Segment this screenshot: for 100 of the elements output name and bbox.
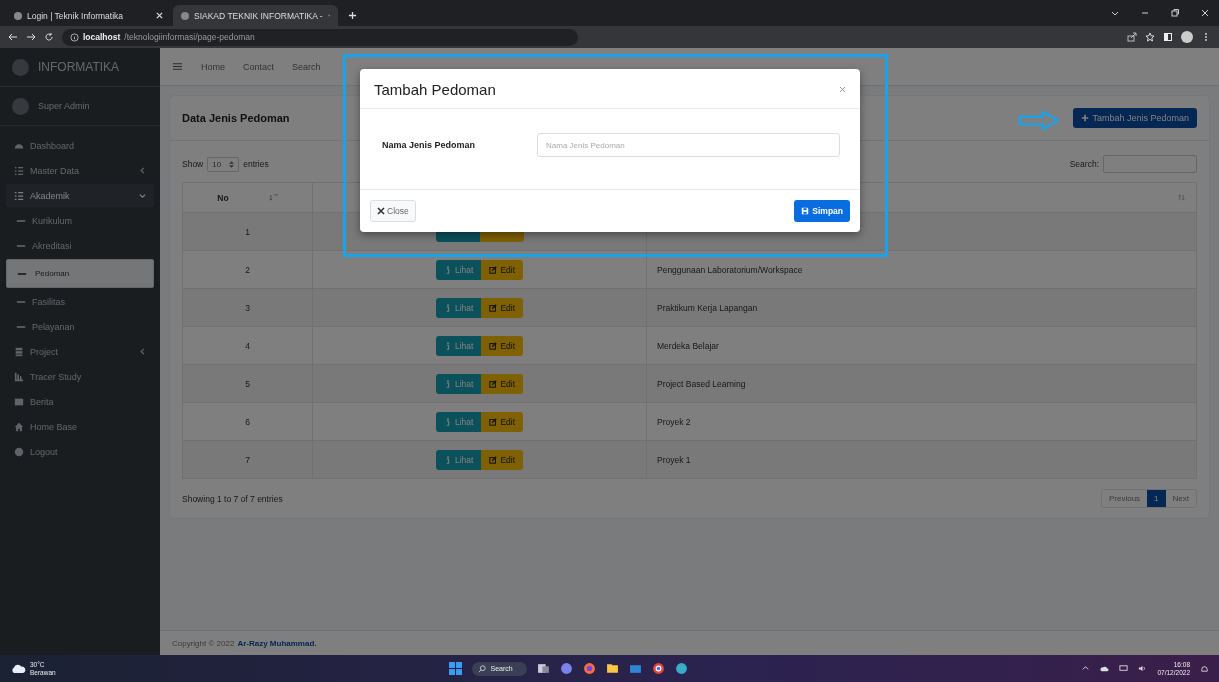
menu-icon[interactable] bbox=[172, 61, 183, 72]
sidebar-item[interactable]: Dashboard bbox=[6, 134, 154, 157]
sidebar-item[interactable]: Tracer Study bbox=[6, 365, 154, 388]
chat-icon[interactable] bbox=[559, 662, 573, 675]
browser-tab[interactable]: SIAKAD TEKNIK INFORMATIKA - bbox=[173, 5, 338, 26]
row-number: 2 bbox=[182, 250, 313, 289]
table-cell: Merdeka Belajar bbox=[657, 340, 719, 351]
start-icon[interactable] bbox=[449, 662, 463, 675]
card-title: Data Jenis Pedoman bbox=[182, 112, 290, 124]
row-number: 1 bbox=[182, 212, 313, 251]
row-number: 5 bbox=[182, 364, 313, 403]
app-icon[interactable] bbox=[628, 662, 642, 675]
field-label: Nama Jenis Pedoman bbox=[382, 140, 477, 150]
view-button[interactable]: Lihat bbox=[435, 449, 482, 470]
view-button[interactable]: Lihat bbox=[435, 411, 482, 432]
chevron-up-icon[interactable] bbox=[1081, 664, 1091, 673]
view-button[interactable]: Lihat bbox=[435, 373, 482, 394]
new-tab-icon[interactable] bbox=[348, 11, 357, 20]
show-label: Show bbox=[182, 159, 204, 169]
nav-link[interactable]: Home bbox=[201, 61, 225, 72]
task-view-icon[interactable] bbox=[536, 662, 550, 675]
modal-title: Tambah Pedoman bbox=[374, 81, 496, 98]
next-link[interactable]: Next bbox=[1165, 490, 1196, 507]
view-button[interactable]: Lihat bbox=[435, 259, 482, 280]
side-panel-icon[interactable] bbox=[1163, 32, 1173, 42]
browser-tab[interactable]: Login | Teknik Informatika bbox=[6, 5, 171, 26]
save-button[interactable]: Simpan bbox=[794, 200, 850, 222]
author-link[interactable]: Ar-Razy Muhammad. bbox=[237, 638, 317, 648]
sidebar-item[interactable]: Logout bbox=[6, 440, 154, 463]
star-icon[interactable] bbox=[1145, 32, 1155, 42]
previous-link[interactable]: Previous bbox=[1101, 490, 1148, 507]
table-info: Showing 1 to 7 of 7 entries bbox=[182, 493, 283, 504]
column-header[interactable]: No bbox=[182, 182, 313, 213]
edit-icon bbox=[489, 265, 498, 274]
chevron-down-icon bbox=[139, 192, 146, 199]
speaker-icon[interactable] bbox=[1138, 664, 1148, 673]
list-icon bbox=[14, 190, 24, 201]
sidebar-item[interactable]: Berita bbox=[6, 390, 154, 413]
row-number: 4 bbox=[182, 326, 313, 365]
edit-button[interactable]: Edit bbox=[481, 297, 524, 318]
edit-button[interactable]: Edit bbox=[481, 335, 524, 356]
favicon-icon bbox=[181, 11, 189, 20]
address-bar[interactable]: localhost /teknologiinformasi/page-pedoman bbox=[62, 28, 578, 46]
table-cell: Penggunaan Laboratorium/Workspace bbox=[657, 264, 803, 275]
entries-select[interactable]: 10 bbox=[207, 156, 240, 172]
edit-button[interactable]: Edit bbox=[481, 373, 524, 394]
avatar-icon bbox=[12, 97, 29, 115]
row-number: 7 bbox=[182, 440, 313, 479]
folder-icon[interactable] bbox=[605, 662, 619, 675]
view-button[interactable]: Lihat bbox=[435, 335, 482, 356]
notification-icon[interactable] bbox=[1200, 664, 1209, 673]
page-link[interactable]: 1 bbox=[1147, 490, 1166, 507]
chrome-icon[interactable] bbox=[651, 662, 665, 675]
cloud-icon[interactable] bbox=[1100, 664, 1110, 673]
table-cell: Praktikum Kerja Lapangan bbox=[657, 302, 758, 313]
close-icon[interactable] bbox=[1200, 8, 1210, 18]
table-cell: Proyek 2 bbox=[657, 416, 691, 427]
row-number: 6 bbox=[182, 402, 313, 441]
network-icon[interactable] bbox=[1119, 664, 1129, 673]
sidebar-item[interactable]: Kurikulum bbox=[6, 209, 154, 232]
table-cell: Project Based Learning bbox=[657, 378, 746, 389]
search-field[interactable] bbox=[1103, 155, 1197, 173]
restore-icon[interactable] bbox=[1170, 8, 1180, 18]
edit-button[interactable]: Edit bbox=[481, 259, 524, 280]
edit-icon bbox=[489, 455, 498, 464]
edit-button[interactable]: Edit bbox=[481, 449, 524, 470]
view-button[interactable]: Lihat bbox=[435, 297, 482, 318]
share-icon[interactable] bbox=[1127, 32, 1137, 42]
sidebar-item[interactable]: Akreditasi bbox=[6, 234, 154, 257]
sort-caret-icon bbox=[229, 160, 235, 168]
firefox-icon[interactable] bbox=[582, 662, 596, 675]
close-icon bbox=[377, 207, 385, 215]
chevron-left-icon bbox=[139, 167, 146, 174]
forward-arrow-icon[interactable] bbox=[26, 32, 36, 42]
list-icon bbox=[14, 165, 24, 176]
brand-name[interactable]: INFORMATIKA bbox=[38, 60, 120, 74]
sidebar-item[interactable]: Home Base bbox=[6, 415, 154, 438]
close-button[interactable]: Close bbox=[370, 200, 416, 222]
edit-button[interactable]: Edit bbox=[481, 411, 524, 432]
sidebar-item[interactable]: Fasilitas bbox=[6, 290, 154, 313]
home-icon bbox=[14, 421, 24, 432]
arrow-icon bbox=[1018, 110, 1060, 131]
profile-avatar[interactable] bbox=[1181, 31, 1193, 43]
search-icon bbox=[478, 664, 487, 673]
sidebar-item[interactable]: Pedoman bbox=[6, 259, 154, 288]
nav-link[interactable]: Search bbox=[292, 61, 321, 72]
nav-link[interactable]: Contact bbox=[243, 61, 275, 72]
globe-icon[interactable] bbox=[674, 662, 688, 675]
sidebar-item[interactable]: Master Data bbox=[6, 159, 154, 182]
back-arrow-icon[interactable] bbox=[8, 32, 18, 42]
copyright-text: Copyright © 2022 bbox=[172, 638, 235, 648]
input-field[interactable]: Nama Jenis Pedoman bbox=[537, 133, 840, 157]
sidebar-item[interactable]: Pelayanan bbox=[6, 315, 154, 338]
reload-icon[interactable] bbox=[44, 32, 54, 42]
sidebar-item[interactable]: Akademik bbox=[6, 184, 154, 207]
entries-label: entries bbox=[243, 159, 269, 169]
logo-icon bbox=[12, 58, 29, 76]
sidebar-item[interactable]: Project bbox=[6, 340, 154, 363]
add-button[interactable]: Tambah Jenis Pedoman bbox=[1073, 108, 1197, 128]
bar-chart-icon bbox=[14, 371, 24, 382]
